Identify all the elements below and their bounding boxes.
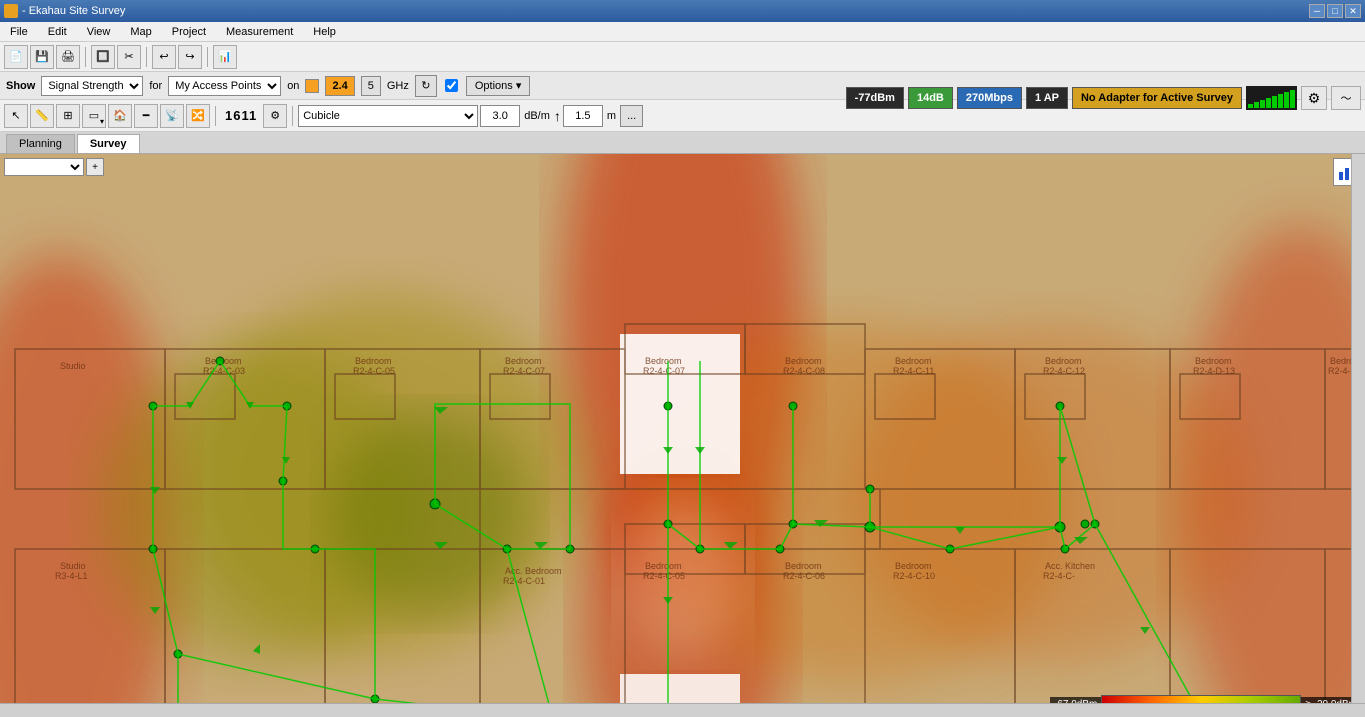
menu-help[interactable]: Help xyxy=(307,25,342,39)
tabs: Planning Survey xyxy=(0,132,1365,154)
new-btn[interactable]: 📄 xyxy=(4,45,28,69)
sep3 xyxy=(207,47,208,67)
bar5 xyxy=(1272,96,1277,108)
menu-view[interactable]: View xyxy=(81,25,117,39)
for-label: for xyxy=(149,80,162,92)
box-btn[interactable]: ▭▾ xyxy=(82,104,106,128)
redo-btn[interactable]: ↪ xyxy=(178,45,202,69)
map-zoom-select[interactable] xyxy=(4,158,84,176)
settings-btn[interactable]: ⚙ xyxy=(1301,86,1327,110)
save-btn[interactable]: 💾 xyxy=(30,45,54,69)
bar8 xyxy=(1290,90,1295,108)
freq-2.4-btn[interactable]: 2.4 xyxy=(325,76,354,96)
bar4 xyxy=(1266,98,1271,108)
signal-badge: -77dBm xyxy=(846,87,904,109)
cut-btn[interactable]: ✂ xyxy=(117,45,141,69)
app-icon xyxy=(4,4,18,18)
bar6 xyxy=(1278,94,1283,108)
survey-btn[interactable]: 🔀 xyxy=(186,104,210,128)
title-bar: - Ekahau Site Survey ─ □ ✕ xyxy=(0,0,1365,22)
close-btn[interactable]: ✕ xyxy=(1345,4,1361,18)
sep-t2-2 xyxy=(292,106,293,126)
bar7 xyxy=(1284,92,1289,108)
menu-edit[interactable]: Edit xyxy=(42,25,73,39)
map-area[interactable]: Studio Bedroom R2-4-C-03 Bedroom R2-4-C-… xyxy=(0,154,1365,717)
chart-btn[interactable]: 📊 xyxy=(213,45,237,69)
aps-badge: 1 AP xyxy=(1026,87,1068,109)
map-mini-toolbar: + xyxy=(4,158,104,176)
scale-settings-btn[interactable]: ⚙ xyxy=(263,104,287,128)
scrollbar-bottom[interactable] xyxy=(0,703,1365,717)
wall-btn[interactable]: ━ xyxy=(134,104,158,128)
bar3 xyxy=(1260,100,1265,108)
attenuation-input[interactable] xyxy=(480,105,520,127)
undo-btn[interactable]: ↩ xyxy=(152,45,176,69)
tab-planning[interactable]: Planning xyxy=(6,134,75,153)
menu-project[interactable]: Project xyxy=(166,25,212,39)
height-input[interactable] xyxy=(563,105,603,127)
refresh-btn[interactable]: ↻ xyxy=(415,75,437,97)
signal-bars xyxy=(1246,86,1297,110)
show-label: Show xyxy=(6,80,35,92)
heatmap xyxy=(0,154,1365,717)
sep1 xyxy=(85,47,86,67)
menu-map[interactable]: Map xyxy=(124,25,157,39)
more-btn[interactable]: ... xyxy=(620,105,643,127)
map-add-btn[interactable]: + xyxy=(86,158,104,176)
db-badge: 14dB xyxy=(908,87,953,109)
sep-t2 xyxy=(215,106,216,126)
options-btn[interactable]: Options ▾ xyxy=(466,76,531,96)
ghz-label: GHz xyxy=(387,80,409,92)
toolbar1: 📄 💾 🖨 🔲 ✂ ↩ ↪ 📊 -77dBm 14dB 270Mbps 1 AP… xyxy=(0,42,1365,72)
app-title: - Ekahau Site Survey xyxy=(22,5,125,17)
arrow-up: ↑ xyxy=(554,108,561,124)
tab-survey[interactable]: Survey xyxy=(77,134,140,153)
adapter-badge: No Adapter for Active Survey xyxy=(1072,87,1242,109)
menu-bar: File Edit View Map Project Measurement H… xyxy=(0,22,1365,42)
speed-badge: 270Mbps xyxy=(957,87,1022,109)
db-unit: dB/m xyxy=(524,110,550,122)
on-label: on xyxy=(287,80,299,92)
menu-measurement[interactable]: Measurement xyxy=(220,25,299,39)
maximize-btn[interactable]: □ xyxy=(1327,4,1343,18)
status-bar-top: -77dBm 14dB 270Mbps 1 AP No Adapter for … xyxy=(846,84,1361,112)
wave-btn[interactable]: 〜 xyxy=(1331,86,1361,110)
scrollbar-right[interactable] xyxy=(1351,154,1365,717)
grid-btn[interactable]: ⊞ xyxy=(56,104,80,128)
bar1 xyxy=(1248,104,1253,108)
select-btn[interactable]: 🔲 xyxy=(91,45,115,69)
show-checkbox[interactable] xyxy=(445,79,458,92)
menu-file[interactable]: File xyxy=(4,25,34,39)
freq-5-btn[interactable]: 5 xyxy=(361,76,381,96)
minimize-btn[interactable]: ─ xyxy=(1309,4,1325,18)
room-btn[interactable]: 🏠 xyxy=(108,104,132,128)
measure-btn[interactable]: 📏 xyxy=(30,104,54,128)
signal-type-select[interactable]: Signal Strength Data Rate SNR xyxy=(41,76,143,96)
room-type-select[interactable]: Cubicle Office Hallway xyxy=(298,105,478,127)
scale-label: 1611 xyxy=(221,108,261,123)
cursor-btn[interactable]: ↖ xyxy=(4,104,28,128)
print-btn[interactable]: 🖨 xyxy=(56,45,80,69)
color-indicator xyxy=(305,79,319,93)
ap-btn[interactable]: 📡 xyxy=(160,104,184,128)
bar2 xyxy=(1254,102,1259,108)
access-points-select[interactable]: My Access Points xyxy=(168,76,281,96)
sep2 xyxy=(146,47,147,67)
m-unit: m xyxy=(607,110,616,122)
